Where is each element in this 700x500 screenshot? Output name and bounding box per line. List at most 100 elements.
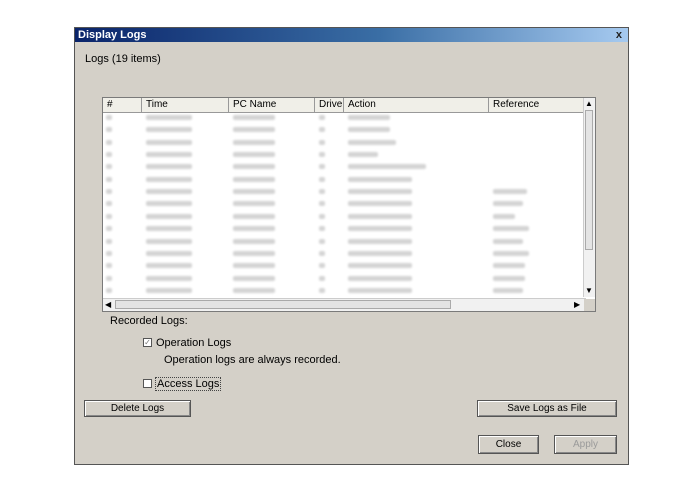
redacted-cell xyxy=(348,287,412,293)
table-row[interactable] xyxy=(103,162,587,174)
title-bar[interactable]: Display Logs x xyxy=(75,28,628,42)
redacted-cell xyxy=(233,189,275,195)
redacted-cell xyxy=(348,127,390,133)
redacted-cell xyxy=(319,201,325,207)
table-row[interactable] xyxy=(103,274,587,286)
redacted-cell xyxy=(319,213,325,219)
redacted-cell xyxy=(319,250,325,256)
horizontal-scroll-thumb[interactable] xyxy=(115,300,451,309)
table-row[interactable] xyxy=(103,237,587,249)
table-row[interactable] xyxy=(103,249,587,261)
redacted-cell xyxy=(493,189,527,195)
redacted-cell xyxy=(348,164,426,170)
redacted-cell xyxy=(493,250,529,256)
redacted-cell xyxy=(493,275,525,281)
redacted-cell xyxy=(348,139,396,145)
column-header-drive[interactable]: Drive xyxy=(315,98,344,112)
redacted-cell xyxy=(493,201,523,207)
redacted-cell xyxy=(493,238,523,244)
redacted-cell xyxy=(233,275,275,281)
redacted-cell xyxy=(319,287,325,293)
redacted-cell xyxy=(233,176,275,182)
apply-button[interactable]: Apply xyxy=(554,435,617,454)
scroll-left-icon[interactable]: ◀ xyxy=(105,300,111,310)
list-header: # Time PC Name Drive Action Reference xyxy=(103,98,587,113)
column-header-time[interactable]: Time xyxy=(142,98,229,112)
column-header-pc-name[interactable]: PC Name xyxy=(229,98,315,112)
redacted-cell xyxy=(233,201,275,207)
table-row[interactable] xyxy=(103,113,587,125)
redacted-cell xyxy=(146,152,192,158)
redacted-cell xyxy=(106,226,112,232)
redacted-cell xyxy=(233,127,275,133)
table-row[interactable] xyxy=(103,175,587,187)
redacted-cell xyxy=(146,226,192,232)
column-header-action[interactable]: Action xyxy=(344,98,489,112)
table-row[interactable] xyxy=(103,187,587,199)
redacted-cell xyxy=(106,263,112,269)
scroll-down-icon[interactable]: ▼ xyxy=(585,286,593,296)
redacted-cell xyxy=(233,226,275,232)
redacted-cell xyxy=(146,238,192,244)
table-row[interactable] xyxy=(103,212,587,224)
window-title: Display Logs xyxy=(78,29,147,41)
scroll-up-icon[interactable]: ▲ xyxy=(585,99,593,109)
table-row[interactable] xyxy=(103,150,587,162)
redacted-cell xyxy=(348,238,412,244)
table-row[interactable] xyxy=(103,286,587,298)
logs-count-label: Logs (19 items) xyxy=(85,53,161,65)
redacted-cell xyxy=(493,287,523,293)
access-logs-label-wrap[interactable]: Access Logs xyxy=(155,377,222,391)
save-logs-as-file-button[interactable]: Save Logs as File xyxy=(477,400,617,417)
redacted-cell xyxy=(348,263,412,269)
delete-logs-button[interactable]: Delete Logs xyxy=(84,400,191,417)
redacted-cell xyxy=(146,263,192,269)
close-button[interactable]: Close xyxy=(478,435,539,454)
redacted-cell xyxy=(233,152,275,158)
redacted-cell xyxy=(106,164,112,170)
table-row[interactable] xyxy=(103,125,587,137)
column-header-number[interactable]: # xyxy=(103,98,142,112)
redacted-cell xyxy=(146,287,192,293)
table-row[interactable] xyxy=(103,224,587,236)
redacted-cell xyxy=(319,176,325,182)
vertical-scroll-thumb[interactable] xyxy=(585,110,593,250)
redacted-cell xyxy=(348,201,412,207)
redacted-cell xyxy=(146,275,192,281)
logs-list[interactable]: # Time PC Name Drive Action Reference ▲ … xyxy=(102,97,596,312)
vertical-scrollbar[interactable]: ▲ ▼ xyxy=(583,98,595,297)
scroll-right-icon[interactable]: ▶ xyxy=(574,300,580,310)
redacted-cell xyxy=(106,287,112,293)
access-logs-checkbox[interactable] xyxy=(143,379,152,388)
operation-logs-label: Operation Logs xyxy=(156,337,232,349)
redacted-cell xyxy=(233,250,275,256)
operation-logs-checkbox: ✓ xyxy=(143,338,152,347)
table-row[interactable] xyxy=(103,138,587,150)
table-row[interactable] xyxy=(103,261,587,273)
redacted-cell xyxy=(493,226,529,232)
redacted-cell xyxy=(348,176,412,182)
redacted-cell xyxy=(106,201,112,207)
redacted-cell xyxy=(319,139,325,145)
redacted-cell xyxy=(106,127,112,133)
horizontal-scrollbar[interactable]: ◀ ▶ xyxy=(103,298,586,311)
redacted-cell xyxy=(233,115,275,120)
redacted-cell xyxy=(319,127,325,133)
redacted-cell xyxy=(146,164,192,170)
redacted-cell xyxy=(106,250,112,256)
redacted-cell xyxy=(348,250,412,256)
close-icon[interactable]: x xyxy=(616,28,622,42)
redacted-cell xyxy=(146,213,192,219)
redacted-cell xyxy=(106,213,112,219)
redacted-cell xyxy=(146,189,192,195)
redacted-cell xyxy=(233,238,275,244)
redacted-cell xyxy=(233,164,275,170)
redacted-cell xyxy=(106,189,112,195)
column-header-reference[interactable]: Reference xyxy=(489,98,587,112)
access-logs-label[interactable]: Access Logs xyxy=(155,377,222,391)
operation-logs-note: Operation logs are always recorded. xyxy=(164,354,341,366)
redacted-cell xyxy=(106,238,112,244)
redacted-cell xyxy=(106,275,112,281)
redacted-cell xyxy=(348,226,412,232)
table-row[interactable] xyxy=(103,199,587,211)
